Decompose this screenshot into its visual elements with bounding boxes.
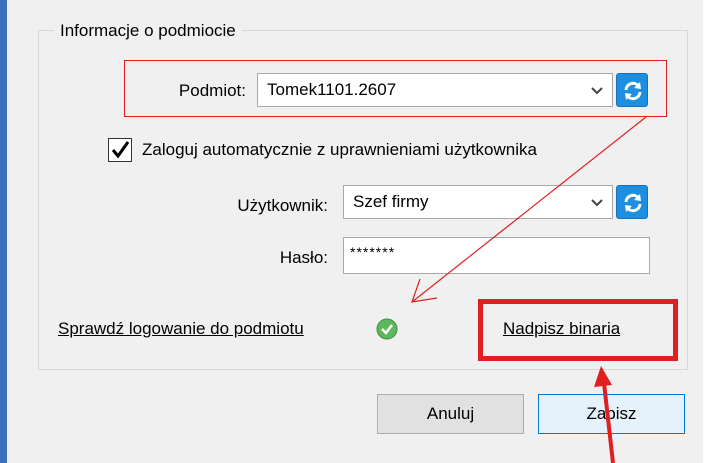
chevron-down-icon xyxy=(591,199,603,207)
user-combobox-value: Szef firmy xyxy=(353,192,429,211)
annotation-subject-highlight xyxy=(124,60,667,117)
success-check-icon xyxy=(376,318,398,340)
cancel-button[interactable]: Anuluj xyxy=(377,394,524,434)
password-field[interactable]: ******* xyxy=(343,237,650,274)
annotation-overwrite-highlight xyxy=(478,299,678,361)
user-refresh-button[interactable] xyxy=(616,185,648,219)
window-left-accent xyxy=(0,0,7,463)
password-label: Hasło: xyxy=(279,248,328,267)
check-login-link[interactable]: Sprawdź logowanie do podmiotu xyxy=(58,318,304,340)
window-right-edge xyxy=(703,0,707,463)
save-button[interactable]: Zapisz xyxy=(538,394,685,434)
password-field-value: ******* xyxy=(350,244,396,260)
auto-login-checkbox[interactable] xyxy=(108,138,132,162)
auto-login-label[interactable]: Zaloguj automatycznie z uprawnieniami uż… xyxy=(142,139,537,161)
refresh-icon xyxy=(624,193,642,213)
checkmark-icon xyxy=(111,141,130,159)
user-combobox[interactable]: Szef firmy xyxy=(343,185,613,219)
user-label: Użytkownik: xyxy=(237,196,328,215)
groupbox-title: Informacje o podmiocie xyxy=(54,20,242,42)
